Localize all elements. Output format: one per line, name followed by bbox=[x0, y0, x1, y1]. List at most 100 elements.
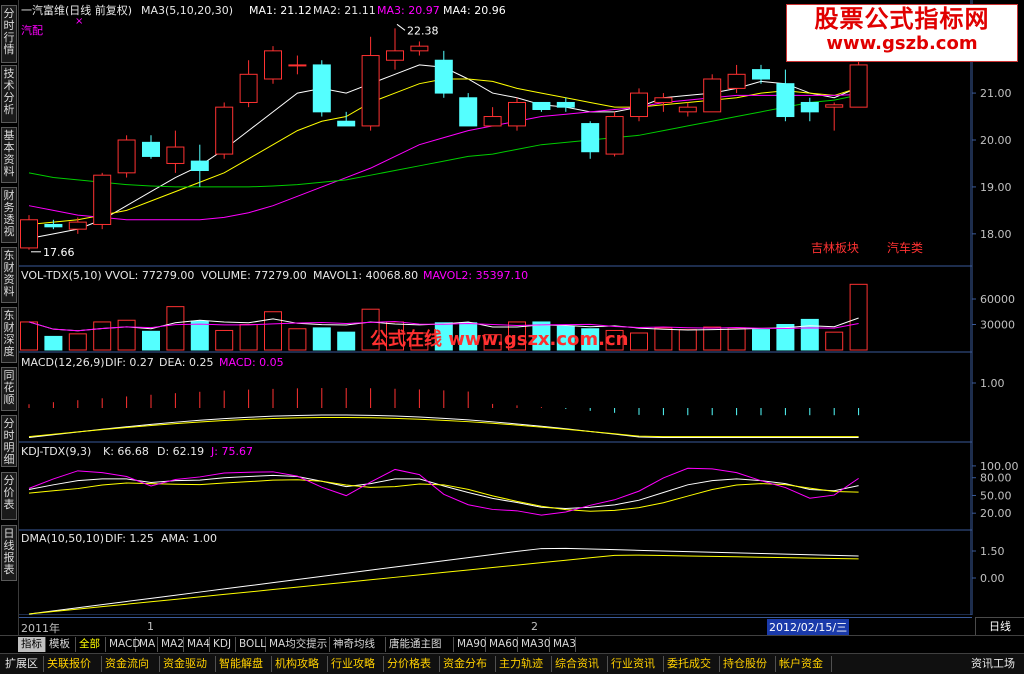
price-tick-label-2: 20.00 bbox=[980, 134, 1012, 147]
indicator-tab-10[interactable]: 神奇均线 bbox=[330, 637, 386, 652]
kdj-tick-label-2: 50.00 bbox=[980, 489, 1012, 502]
indicator-tab-7[interactable]: KDJ bbox=[210, 637, 236, 652]
volume-bar bbox=[337, 331, 356, 351]
sidebar-tab-4[interactable]: 东财资料 bbox=[1, 247, 17, 303]
watermark-mid: 公式在线 www.gszx.com.cn bbox=[370, 329, 629, 350]
nav-tab-8[interactable]: 资金分布 bbox=[440, 656, 496, 672]
indicator-tab-4[interactable]: MA bbox=[136, 637, 158, 652]
macd-tick-label-0: 1.00 bbox=[980, 377, 1005, 390]
vol-header-item-0: VOL-TDX(5,10) bbox=[21, 269, 102, 282]
volume-bar bbox=[703, 326, 722, 351]
watermark-line1: 股票公式指标网 bbox=[814, 5, 990, 33]
low-annotation: 17.66 bbox=[43, 246, 75, 259]
vol-tick-label-0: 60000 bbox=[980, 293, 1015, 306]
candle-body bbox=[312, 64, 331, 113]
price-header-item-3: MA2: 21.11 bbox=[313, 4, 376, 17]
price-header-item-2: MA1: 21.12 bbox=[249, 4, 312, 17]
nav-tab-5[interactable]: 机构攻略 bbox=[272, 656, 328, 672]
candle-body bbox=[434, 59, 453, 94]
header-star: × bbox=[75, 16, 83, 27]
nav-tab-1[interactable]: 关联报价 bbox=[44, 656, 102, 672]
volume-bar bbox=[630, 332, 648, 351]
sidebar-tab-3[interactable]: 财务透视 bbox=[1, 187, 17, 243]
indicator-tab-1[interactable]: 模板 bbox=[46, 637, 76, 652]
volume-bar bbox=[264, 311, 282, 351]
cursor-date-label: 2012/02/15/三 bbox=[767, 619, 850, 635]
vol-header-item-2: VOLUME: 77279.00 bbox=[201, 269, 307, 282]
date-mark-2: 2 bbox=[531, 620, 538, 633]
nav-tab-12[interactable]: 委托成交 bbox=[664, 656, 720, 672]
nav-tab-info-workshop[interactable]: 资讯工场 bbox=[968, 656, 1024, 672]
candle-body bbox=[288, 64, 307, 67]
sidebar-tab-0[interactable]: 分时行情 bbox=[1, 5, 17, 63]
kdj-header-item-2: D: 62.19 bbox=[157, 445, 204, 458]
j-line bbox=[28, 467, 859, 516]
candle-body bbox=[825, 104, 844, 108]
indicator-tab-5[interactable]: MA2 bbox=[158, 637, 184, 652]
price-tick-label-4: 18.00 bbox=[980, 228, 1012, 241]
dma-header-item-0: DMA(10,50,10) bbox=[21, 532, 104, 545]
candle-body bbox=[459, 97, 478, 127]
vol-header-item-1: VVOL: 77279.00 bbox=[105, 269, 194, 282]
nav-tab-7[interactable]: 分价格表 bbox=[384, 656, 440, 672]
nav-tab-9[interactable]: 主力轨迹 bbox=[496, 656, 552, 672]
nav-tab-11[interactable]: 行业资讯 bbox=[608, 656, 664, 672]
candle-body bbox=[630, 92, 648, 118]
nav-tab-13[interactable]: 持仓股份 bbox=[720, 656, 776, 672]
sidebar-tab-2[interactable]: 基本资料 bbox=[1, 127, 17, 183]
indicator-tab-3[interactable]: MACD bbox=[106, 637, 140, 652]
nav-tab-10[interactable]: 综合资讯 bbox=[552, 656, 608, 672]
volume-bar bbox=[727, 327, 746, 351]
candle-body bbox=[361, 55, 380, 127]
vol-header-item-3: MAVOL1: 40068.80 bbox=[313, 269, 418, 282]
indicator-tab-9[interactable]: MA均交提示 bbox=[266, 637, 330, 652]
candle-body bbox=[581, 123, 600, 153]
nav-tab-3[interactable]: 资金驱动 bbox=[160, 656, 216, 672]
indicator-tab-15[interactable]: MA3 bbox=[550, 637, 576, 652]
indicator-tab-6[interactable]: MA4 bbox=[184, 637, 210, 652]
volume-bar bbox=[752, 329, 770, 351]
indicator-tab-11[interactable]: 唐能通主图 bbox=[386, 637, 454, 652]
high-annotation: 22.38 bbox=[407, 24, 439, 37]
sidebar-tab-5[interactable]: 东财深度 bbox=[1, 307, 17, 363]
main-chart-area[interactable]: 22.38 17.66 吉林板块 汽车类 一汽富维(日线 前复权) MA3(5,10,20… bbox=[19, 0, 972, 615]
macd-header-item-1: DIF: 0.27 bbox=[105, 356, 154, 369]
nav-tab-4[interactable]: 智能解盘 bbox=[216, 656, 272, 672]
sidebar-tab-8[interactable]: 分价表 bbox=[1, 472, 17, 520]
nav-tab-0[interactable]: 扩展区 bbox=[2, 656, 44, 672]
date-axis-row: 2011年 1 2 2012/02/15/三 bbox=[19, 617, 972, 635]
candle-body bbox=[483, 116, 502, 127]
period-selector[interactable]: 日线 bbox=[975, 617, 1024, 636]
sidebar-tab-1[interactable]: 技术分析 bbox=[1, 65, 17, 123]
volume-bar bbox=[654, 327, 673, 351]
volume-bar bbox=[678, 329, 697, 351]
indicator-tab-0[interactable]: 指标 bbox=[18, 637, 46, 652]
sidebar-tab-7[interactable]: 分时明细 bbox=[1, 415, 17, 467]
price-tick-label-1: 21.00 bbox=[980, 87, 1012, 100]
sector-label: 汽配 bbox=[21, 23, 43, 37]
volume-bar bbox=[44, 335, 63, 351]
sidebar-tab-9[interactable]: 日线报表 bbox=[1, 525, 17, 581]
macd-header-item-3: MACD: 0.05 bbox=[219, 356, 284, 369]
volume-bar bbox=[166, 306, 185, 351]
volume-bar bbox=[68, 333, 87, 351]
candle-body bbox=[190, 160, 209, 172]
price-header-item-4: MA3: 20.97 bbox=[377, 4, 440, 17]
indicator-tab-2[interactable]: 全部 bbox=[76, 637, 106, 652]
sidebar-tab-6[interactable]: 同花顺 bbox=[1, 367, 17, 411]
indicator-tab-14[interactable]: MA30 bbox=[518, 637, 551, 652]
candle-body bbox=[532, 101, 551, 111]
candle-body bbox=[776, 83, 795, 118]
candle-body bbox=[556, 101, 575, 108]
nav-tab-14[interactable]: 帐户资金 bbox=[776, 656, 832, 672]
volume-bar bbox=[239, 324, 258, 351]
kdj-tick-label-3: 20.00 bbox=[980, 507, 1012, 520]
volume-bar bbox=[288, 328, 307, 351]
volume-bar bbox=[849, 283, 868, 351]
dma-header-item-1: DIF: 1.25 bbox=[105, 532, 154, 545]
nav-tab-6[interactable]: 行业攻略 bbox=[328, 656, 384, 672]
indicator-tab-13[interactable]: MA60 bbox=[486, 637, 519, 652]
indicator-tab-8[interactable]: BOLL bbox=[236, 637, 266, 652]
nav-tab-2[interactable]: 资金流向 bbox=[102, 656, 160, 672]
indicator-tab-12[interactable]: MA90 bbox=[454, 637, 487, 652]
